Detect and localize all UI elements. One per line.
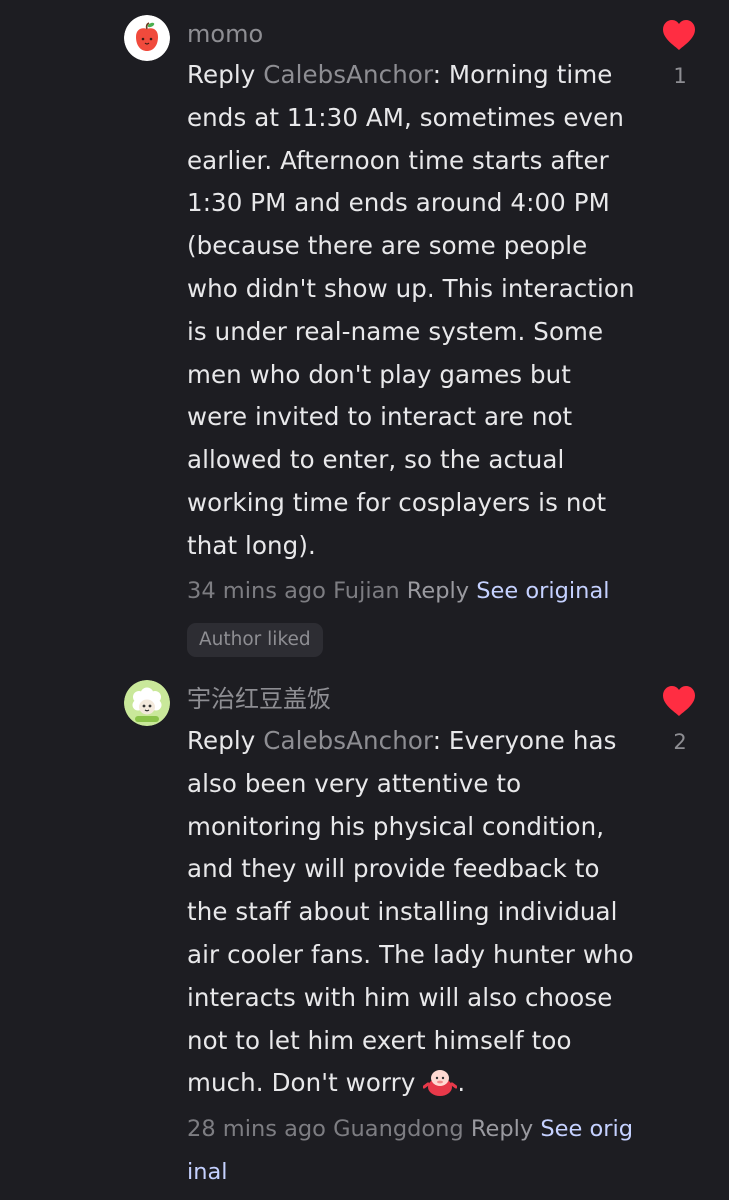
heart-icon [663,686,695,716]
mention-link[interactable]: CalebsAnchor [263,60,432,89]
heart-icon [663,20,695,50]
reply-prefix: Reply [187,726,264,755]
red-apple-avatar-icon [124,15,170,61]
comment-body: : Morning time ends at 11:30 AM, sometim… [187,60,635,560]
username[interactable]: 宇治红豆盖饭 [187,684,331,714]
like-count: 1 [673,64,687,88]
see-original-link[interactable]: See original [476,578,609,604]
comment-body-end: . [457,1068,466,1098]
comment-text: Reply CalebsAnchor: Morning time ends at… [187,54,637,568]
comment-text: Reply CalebsAnchor: Everyone has also be… [187,720,637,1105]
username[interactable]: momo [187,19,263,49]
like-button[interactable] [662,19,696,51]
timestamp: 28 mins ago [187,1116,326,1142]
red-blob-emoji-icon [422,1067,458,1097]
sheep-avatar-icon [124,680,170,726]
reply-prefix: Reply [187,60,264,89]
location: Guangdong [333,1116,464,1142]
location: Fujian [333,578,400,604]
like-button[interactable] [662,685,696,717]
comment-meta: 28 mins ago Guangdong Reply See orig ina… [187,1108,637,1193]
reply-button[interactable]: Reply [407,578,469,604]
author-liked-badge: Author liked [187,623,323,657]
user-avatar[interactable] [124,680,170,726]
comment-meta: 34 mins ago Fujian Reply See original [187,570,637,613]
reply-button[interactable]: Reply [471,1116,533,1142]
user-avatar[interactable] [124,15,170,61]
comment-body: : Everyone has also been very attentive … [187,726,634,1098]
timestamp: 34 mins ago [187,578,326,604]
mention-link[interactable]: CalebsAnchor [263,726,432,755]
like-count: 2 [673,730,687,754]
